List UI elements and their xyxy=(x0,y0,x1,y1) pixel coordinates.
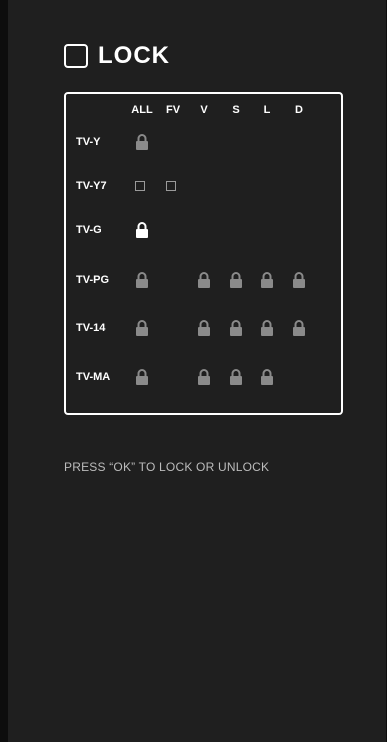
lock-icon-tv-y-all[interactable] xyxy=(135,134,149,150)
lock-icon-tv-14-l[interactable] xyxy=(260,320,274,336)
page-title: LOCK xyxy=(64,42,170,70)
lock-icon-tv-pg-l[interactable] xyxy=(260,272,274,288)
column-header-l: L xyxy=(263,104,271,116)
lock-icon-tv-pg-s[interactable] xyxy=(229,272,243,288)
lock-icon-tv-ma-s[interactable] xyxy=(229,369,243,385)
checkbox-icon xyxy=(64,44,88,68)
lock-icon-tv-14-all[interactable] xyxy=(135,320,149,336)
row-label-tv-g: TV-G xyxy=(76,224,102,236)
column-header-all: ALL xyxy=(131,104,153,116)
column-header-s: S xyxy=(232,104,240,116)
lock-icon-tv-pg-all[interactable] xyxy=(135,272,149,288)
column-header-fv: FV xyxy=(165,104,181,116)
instruction-text: PRESS “OK” TO LOCK OR UNLOCK xyxy=(64,460,270,474)
lock-icon-tv-ma-v[interactable] xyxy=(197,369,211,385)
column-header-d: D xyxy=(295,104,303,116)
row-label-tv-ma: TV-MA xyxy=(76,371,111,383)
lock-icon-tv-pg-v[interactable] xyxy=(197,272,211,288)
row-label-tv-y7: TV-Y7 xyxy=(76,180,107,192)
lock-icon-tv-14-v[interactable] xyxy=(197,320,211,336)
row-label-tv-y: TV-Y xyxy=(76,136,101,148)
unlocked-box-icon-tv-y7-all[interactable] xyxy=(135,178,149,194)
page-title-text: LOCK xyxy=(98,42,170,69)
lock-icon-tv-ma-all[interactable] xyxy=(135,369,149,385)
lock-icon-tv-pg-d[interactable] xyxy=(292,272,306,288)
row-label-tv-14: TV-14 xyxy=(76,322,106,334)
rating-lock-grid: ALL FV V S L D TV-Y TV-Y7 TV-G TV-PG TV-14 TV-MA xyxy=(64,92,343,415)
lock-icon-tv-14-d[interactable] xyxy=(292,320,306,336)
lock-icon-tv-14-s[interactable] xyxy=(229,320,243,336)
unlocked-box-icon-tv-y7-fv[interactable] xyxy=(166,178,180,194)
lock-icon-tv-g-all[interactable] xyxy=(135,222,149,238)
row-label-tv-pg: TV-PG xyxy=(76,274,110,286)
column-header-v: V xyxy=(200,104,208,116)
lock-icon-tv-ma-l[interactable] xyxy=(260,369,274,385)
tv-lock-screen: LOCK ALL FV V S L D TV-Y TV-Y7 TV-G TV-PG TV-14 TV-… xyxy=(8,0,386,742)
